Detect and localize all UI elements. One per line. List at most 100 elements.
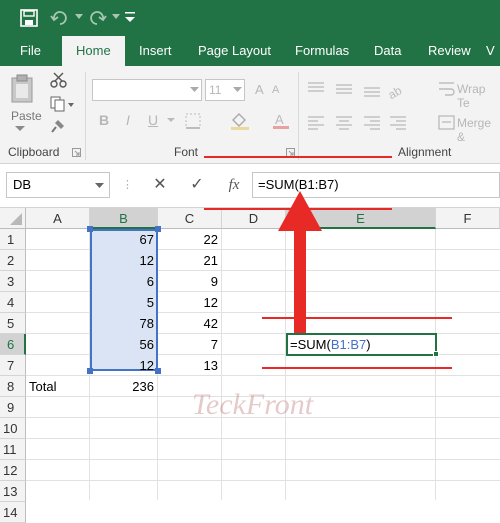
row-header-1[interactable]: 1	[0, 229, 26, 250]
title-bar	[0, 0, 500, 36]
orientation-icon[interactable]: ab	[386, 80, 426, 102]
italic-icon[interactable]: I	[126, 112, 130, 128]
row-header-14[interactable]: 14	[0, 502, 26, 523]
paste-dropdown-icon[interactable]	[15, 126, 25, 132]
row-header-3[interactable]: 3	[0, 271, 26, 292]
undo-dropdown-icon[interactable]	[75, 14, 83, 20]
bold-icon[interactable]: B	[99, 112, 109, 128]
group-alignment-label: Alignment	[398, 145, 452, 159]
tab-insert[interactable]: Insert	[139, 36, 172, 66]
annotation-arrow-icon	[278, 191, 322, 333]
cancel-button[interactable]: ✕	[146, 172, 174, 198]
svg-text:ab: ab	[386, 83, 404, 102]
fill-color-icon[interactable]	[230, 112, 250, 130]
tab-data[interactable]: Data	[374, 36, 401, 66]
tab-more[interactable]: V	[486, 36, 495, 66]
enter-button[interactable]: ✓	[183, 172, 211, 198]
row-header-11[interactable]: 11	[0, 439, 26, 460]
row-header-10[interactable]: 10	[0, 418, 26, 439]
annotation-underline-ribbon	[204, 156, 392, 158]
font-family-select[interactable]	[92, 79, 202, 101]
cell-c3[interactable]: 9	[158, 271, 222, 292]
cell-b8[interactable]: 236	[90, 376, 158, 397]
row-header-13[interactable]: 13	[0, 481, 26, 502]
row-header-4[interactable]: 4	[0, 292, 26, 313]
wrap-text-button[interactable]: Wrap Te	[457, 82, 500, 110]
cell-a8[interactable]: Total	[29, 376, 89, 397]
gridline	[26, 438, 500, 439]
row-header-5[interactable]: 5	[0, 313, 26, 334]
paste-icon[interactable]	[10, 74, 36, 104]
cell-c5[interactable]: 42	[158, 313, 222, 334]
row-header-6[interactable]: 6	[0, 334, 26, 355]
name-box-dropdown-icon[interactable]	[95, 183, 104, 189]
cell-c1[interactable]: 22	[158, 229, 222, 250]
row-header-2[interactable]: 2	[0, 250, 26, 271]
redo-icon[interactable]	[87, 9, 107, 27]
gridline	[435, 229, 436, 500]
cell-b6[interactable]: 56	[90, 334, 158, 355]
cell-b1[interactable]: 67	[90, 229, 158, 250]
formula-prefix: =SUM(	[290, 337, 331, 352]
row-header-12[interactable]: 12	[0, 460, 26, 481]
group-font-label: Font	[174, 145, 199, 159]
tab-review[interactable]: Review	[428, 36, 471, 66]
column-header-f[interactable]: F	[436, 208, 500, 229]
cut-icon[interactable]	[50, 72, 68, 88]
group-clipboard-label: Clipboard	[8, 145, 60, 159]
svg-text:A: A	[275, 112, 284, 127]
cell-c7[interactable]: 13	[158, 355, 222, 376]
borders-icon[interactable]	[185, 113, 203, 129]
tab-page-layout[interactable]: Page Layout	[198, 36, 271, 66]
font-size-dropdown-icon[interactable]	[233, 87, 242, 93]
clipboard-launcher-icon[interactable]	[72, 148, 81, 157]
formula-bar-grip: ⋮	[122, 179, 133, 191]
cell-e6-editor[interactable]: =SUM(B1:B7)	[290, 334, 430, 355]
undo-icon[interactable]	[50, 9, 70, 27]
horizontal-align-icons[interactable]	[306, 114, 416, 134]
insert-function-button[interactable]: fx	[220, 172, 248, 198]
name-box[interactable]: DB	[6, 172, 110, 198]
ribbon-separator	[85, 72, 86, 160]
cell-c6[interactable]: 7	[158, 334, 222, 355]
cell-c4[interactable]: 12	[158, 292, 222, 313]
name-box-value: DB	[13, 177, 32, 192]
row-header-9[interactable]: 9	[0, 397, 26, 418]
cell-b5[interactable]: 78	[90, 313, 158, 334]
underline-icon[interactable]: U	[148, 112, 158, 128]
font-color-icon[interactable]: A	[272, 112, 290, 130]
cell-b3[interactable]: 6	[90, 271, 158, 292]
watermark-logo: TeckFront	[192, 388, 314, 421]
cell-b7[interactable]: 12	[90, 355, 158, 376]
row-header-8[interactable]: 8	[0, 376, 26, 397]
select-all-icon[interactable]	[10, 213, 22, 225]
wrap-text-icon[interactable]	[438, 80, 456, 98]
redo-dropdown-icon[interactable]	[112, 14, 120, 20]
ribbon-separator	[298, 72, 299, 160]
underline-dropdown-icon[interactable]	[167, 118, 175, 123]
merge-center-icon[interactable]	[438, 114, 456, 132]
column-header-c[interactable]: C	[158, 208, 222, 229]
copy-icon[interactable]	[50, 96, 76, 112]
tab-home[interactable]: Home	[62, 36, 125, 67]
gridline	[26, 480, 500, 481]
ribbon: Paste Clipboard 11 A A B I U A Font ab W…	[0, 66, 500, 164]
formula-suffix: )	[366, 337, 371, 352]
cell-b4[interactable]: 5	[90, 292, 158, 313]
row-header-7[interactable]: 7	[0, 355, 26, 376]
grow-font-icon[interactable]: A	[255, 82, 264, 97]
fill-handle[interactable]	[433, 351, 439, 357]
column-header-b[interactable]: B	[90, 208, 158, 229]
merge-center-button[interactable]: Merge &	[457, 116, 500, 144]
tab-file[interactable]: File	[20, 36, 41, 66]
shrink-font-icon[interactable]: A	[272, 84, 279, 96]
tab-formulas[interactable]: Formulas	[295, 36, 349, 66]
column-header-a[interactable]: A	[26, 208, 90, 229]
save-icon[interactable]	[20, 9, 38, 27]
format-painter-icon[interactable]	[50, 118, 66, 134]
paste-button[interactable]: Paste	[11, 109, 42, 123]
cell-c2[interactable]: 21	[158, 250, 222, 271]
cell-b2[interactable]: 12	[90, 250, 158, 271]
customize-toolbar-icon[interactable]	[124, 10, 136, 24]
font-family-dropdown-icon[interactable]	[190, 87, 199, 93]
